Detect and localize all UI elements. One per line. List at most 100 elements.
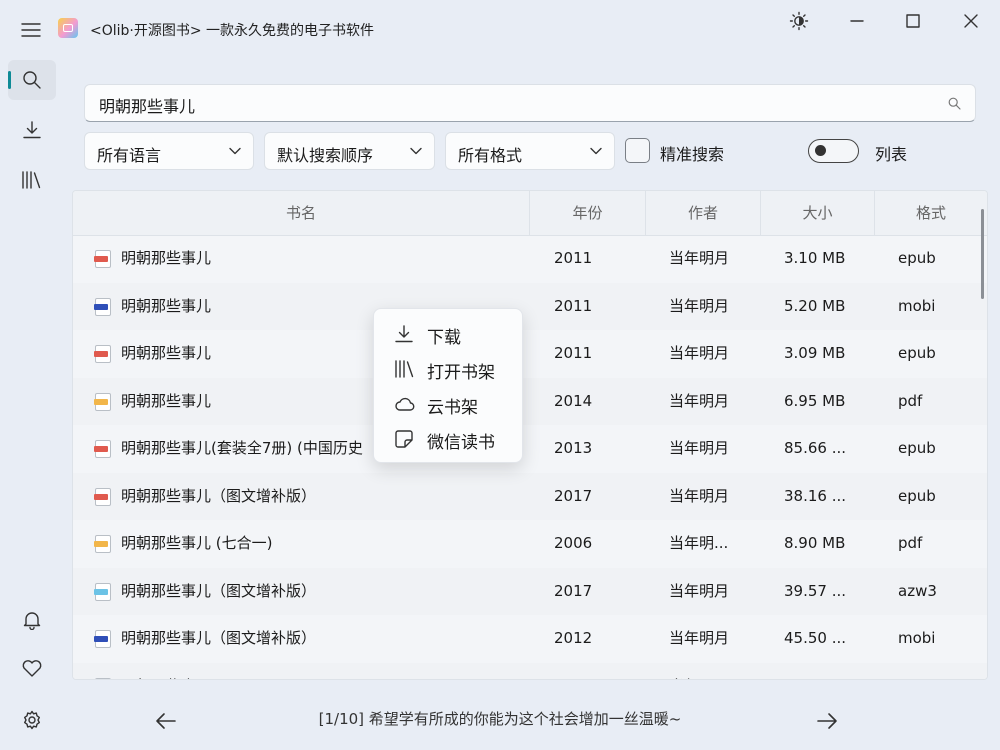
- menu-item-open-bookshelf[interactable]: 打开书架: [374, 351, 522, 386]
- file-format-tag: [94, 303, 108, 310]
- book-year: [554, 663, 614, 680]
- menu-item-wechat-read[interactable]: 微信读书: [374, 421, 522, 456]
- chevron-down-icon: [590, 147, 602, 155]
- book-format: epub: [898, 439, 936, 457]
- book-author: 当年明月: [669, 391, 730, 410]
- book-size: 3.10 MB: [784, 249, 846, 267]
- search-icon[interactable]: [948, 97, 961, 110]
- file-format-tag: [94, 446, 108, 452]
- book-title: 明朝那些事儿: [121, 249, 212, 267]
- book-title: 明朝那些事儿: [121, 663, 441, 680]
- table-row[interactable]: 明朝那些事儿 (七合一) 2006 当年明... 8.90 MB pdf: [73, 520, 987, 567]
- menu-item-label: 打开书架: [427, 363, 495, 383]
- search-input-value: 明朝那些事儿: [99, 97, 196, 116]
- search-input[interactable]: 明朝那些事儿: [84, 84, 976, 122]
- nav-search[interactable]: [8, 60, 56, 100]
- theme-toggle-button[interactable]: [776, 6, 822, 36]
- book-size: 5.20 MB: [784, 296, 846, 315]
- table-row[interactable]: 明朝那些事儿（图文增补版） 2017 当年明月 39.57 ... azw3: [73, 567, 987, 615]
- book-size: 3.09 MB: [784, 344, 846, 362]
- maximize-icon: [906, 14, 920, 28]
- file-format-tag: [94, 398, 108, 405]
- chevron-down-icon: [410, 147, 422, 155]
- exact-search-label[interactable]: 精准搜索: [660, 141, 724, 165]
- cloud-icon: [395, 397, 415, 411]
- column-header-size[interactable]: 大小: [761, 191, 874, 235]
- table-row[interactable]: 明朝那些事儿 2011 当年明月 5.20 MB mobi: [73, 282, 987, 330]
- sort-order-dropdown[interactable]: 默认搜索顺序: [264, 132, 435, 170]
- book-author: 当年明月: [669, 249, 730, 267]
- file-format-tag: [94, 351, 108, 357]
- file-format-tag: [94, 493, 108, 500]
- maximize-button[interactable]: [890, 6, 936, 36]
- table-row[interactable]: 明朝那些事儿（图文增补版） 2017 当年明月 38.16 ... epub: [73, 472, 987, 520]
- table-row[interactable]: 明朝那些事儿 2014 当年明月 6.95 MB pdf: [73, 377, 987, 425]
- book-format: mobi: [898, 629, 936, 647]
- menu-button[interactable]: [14, 14, 48, 46]
- book-format: pdf: [898, 391, 923, 410]
- book-year: 2012: [554, 629, 593, 647]
- book-format: epub: [898, 249, 936, 267]
- book-year: 2017: [554, 486, 593, 505]
- book-size: 8.90 MB: [784, 534, 846, 552]
- book-year: 2011: [554, 344, 593, 362]
- hamburger-icon: [21, 23, 41, 37]
- menu-item-cloud-bookshelf[interactable]: 云书架: [374, 386, 522, 421]
- file--icon: [95, 677, 111, 679]
- menu-item-download[interactable]: 下载: [374, 316, 522, 351]
- book-title: 明朝那些事儿（图文增补版）: [121, 581, 317, 600]
- scrollbar-thumb[interactable]: [981, 209, 984, 299]
- toggle-knob: [815, 145, 826, 156]
- column-header-author[interactable]: 作者: [646, 191, 760, 235]
- table-row[interactable]: 明朝那些事儿 2011 当年明月 3.09 MB epub: [73, 330, 987, 377]
- next-page-button[interactable]: [809, 706, 845, 736]
- format-dropdown[interactable]: 所有格式: [445, 132, 615, 170]
- book-year: 2013: [554, 439, 593, 457]
- table-row[interactable]: 明朝那些事儿（图文增补版） 2012 当年明月 45.50 ... mobi: [73, 615, 987, 662]
- context-menu: 下载 打开书架 云书架 微信读书: [373, 308, 523, 463]
- book-format: azw3: [898, 581, 937, 600]
- book-size: 6.95 MB: [784, 391, 846, 410]
- nav-notifications[interactable]: [8, 600, 56, 640]
- book-year: 2017: [554, 581, 593, 600]
- file-pdf-icon: [94, 392, 111, 411]
- book-author: 当年明月: [669, 296, 730, 315]
- column-header-title[interactable]: 书名: [73, 191, 529, 235]
- book-format: epub: [898, 486, 936, 505]
- nav-downloads[interactable]: [8, 110, 56, 150]
- language-dropdown-value: 所有语言: [97, 146, 162, 165]
- book-author: 当年明月: [669, 663, 759, 680]
- heart-icon: [22, 660, 42, 677]
- search-icon: [23, 71, 41, 89]
- table-row[interactable]: 明朝那些事儿 2011 当年明月 3.10 MB epub: [73, 235, 987, 282]
- language-dropdown[interactable]: 所有语言: [84, 132, 254, 170]
- table-row[interactable]: 明朝那些事儿(套装全7册) (中国历史 2013 当年明月 85.66 ... epub: [73, 425, 987, 472]
- app-logo-icon: [58, 18, 78, 38]
- menu-item-label: 下载: [427, 328, 461, 348]
- nav-favorites[interactable]: [8, 648, 56, 688]
- exact-search-checkbox[interactable]: [625, 138, 650, 163]
- book-author: 当年明月: [669, 439, 730, 457]
- close-button[interactable]: [948, 6, 994, 36]
- download-icon: [23, 121, 41, 139]
- file-format-tag: [94, 636, 108, 642]
- file-pdf-icon: [94, 535, 111, 553]
- list-view-toggle[interactable]: [808, 139, 859, 163]
- minimize-button[interactable]: [834, 6, 880, 36]
- book-format: [898, 663, 958, 680]
- book-title: 明朝那些事儿（图文增补版）: [121, 486, 317, 505]
- chevron-down-icon: [229, 147, 241, 155]
- table-row[interactable]: 明朝那些事儿 当年明月: [73, 662, 987, 680]
- close-icon: [964, 14, 978, 28]
- file-epub-icon: [94, 440, 111, 458]
- list-view-label: 列表: [875, 145, 908, 164]
- book-format: mobi: [898, 296, 936, 315]
- column-header-format[interactable]: 格式: [875, 191, 987, 235]
- column-header-year[interactable]: 年份: [530, 191, 645, 235]
- book-author: 当年明月: [669, 344, 730, 362]
- sort-order-dropdown-value: 默认搜索顺序: [277, 146, 374, 165]
- book-size: 39.57 ...: [784, 581, 847, 600]
- file-azw3-icon: [94, 582, 111, 601]
- nav-library[interactable]: [8, 160, 56, 200]
- wechat-read-icon: [395, 430, 413, 448]
